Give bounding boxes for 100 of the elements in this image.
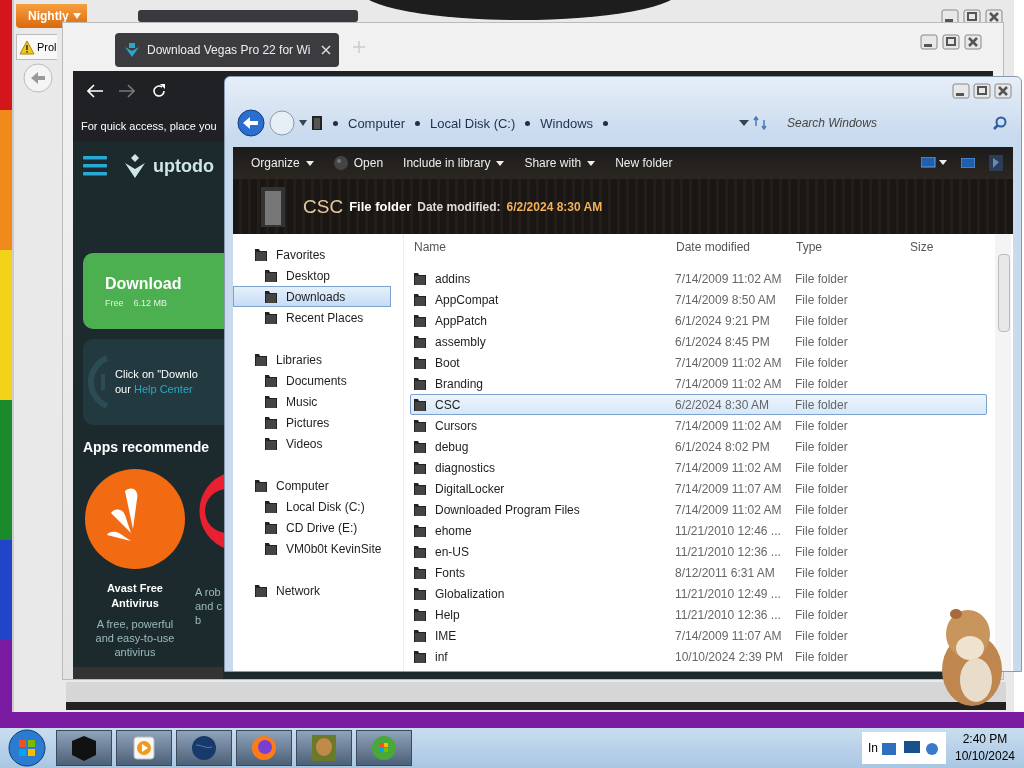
taskbar-button[interactable]	[116, 730, 172, 766]
nav-item[interactable]: VM0b0t KevinSite	[233, 538, 403, 559]
folder-icon	[413, 627, 427, 644]
file-name[interactable]: Downloaded Program Files	[435, 502, 580, 517]
nav-item[interactable]: Libraries	[233, 349, 403, 370]
nav-item[interactable]: Pictures	[233, 412, 403, 433]
menu-icon[interactable]	[83, 155, 107, 177]
breadcrumb-item[interactable]: Local Disk (C:)	[430, 115, 516, 131]
folder-icon	[264, 372, 278, 389]
date-cell-text: 7/14/2009 8:50 AM	[675, 292, 777, 307]
file-name[interactable]: Branding	[435, 376, 484, 391]
view-icon[interactable]	[921, 157, 947, 169]
toolbar-button[interactable]: Include in library	[395, 152, 513, 174]
file-name[interactable]: debug	[435, 439, 469, 454]
nav-item[interactable]: CD Drive (E:)	[233, 517, 403, 538]
file-name[interactable]: ehome	[435, 523, 472, 538]
column-header[interactable]: Size	[908, 240, 1013, 254]
file-name[interactable]: Help	[435, 607, 460, 622]
logo-icon	[123, 154, 147, 178]
maximize-icon[interactable]	[972, 82, 992, 100]
column-header[interactable]: Name	[412, 240, 674, 254]
scroll-thumb[interactable]	[998, 254, 1010, 332]
type-cell-text: File folder	[795, 418, 849, 433]
column-header[interactable]: Date modified	[674, 240, 794, 254]
date-cell-text: 11/21/2010 12:36 ...	[675, 607, 782, 622]
nav-item[interactable]: Videos	[233, 433, 403, 454]
file-name[interactable]: AppPatch	[435, 313, 488, 328]
taskbar-button[interactable]	[356, 730, 412, 766]
minimize-icon[interactable]	[919, 33, 939, 51]
file-name[interactable]: CSC	[435, 397, 461, 412]
caret-icon[interactable]	[299, 120, 307, 126]
date-cell-text: 10/10/2024 2:39 PM	[675, 649, 785, 664]
maximize-icon[interactable]	[941, 33, 961, 51]
date-cell-text: 6/1/2024 8:45 PM	[675, 334, 771, 349]
date-cell-text: 7/14/2009 11:02 AM	[675, 502, 783, 517]
dropdown-icon[interactable]	[739, 120, 749, 126]
folder-type: File folder	[349, 199, 412, 214]
folder-icon	[264, 435, 278, 452]
file-name[interactable]: IME	[435, 628, 457, 643]
type-cell-text: File folder	[795, 439, 849, 454]
file-name[interactable]: inf	[435, 649, 448, 664]
back-icon[interactable]	[237, 109, 265, 137]
folder-icon	[413, 417, 427, 434]
folder-icon	[413, 606, 427, 623]
nav-item[interactable]: Music	[233, 391, 403, 412]
nav-item[interactable]: Documents	[233, 370, 403, 391]
minimize-icon[interactable]	[951, 82, 971, 100]
browser-tab[interactable]: Download Vegas Pro 22 for Wi	[115, 33, 339, 67]
file-name[interactable]: Globalization	[435, 586, 505, 601]
file-name[interactable]: Cursors	[435, 418, 477, 433]
folder-icon	[413, 396, 427, 413]
file-name[interactable]: addins	[435, 271, 471, 286]
folder-icon	[311, 115, 323, 131]
nav-item[interactable]: Desktop	[233, 265, 403, 286]
forward-icon[interactable]	[119, 84, 135, 98]
folder-icon	[254, 582, 268, 599]
nav-item[interactable]: Recent Places	[233, 307, 403, 328]
file-name[interactable]: diagnostics	[435, 460, 496, 475]
close-icon[interactable]	[963, 33, 983, 51]
nav-item[interactable]: Downloads	[233, 286, 391, 307]
help-link[interactable]: Help Center	[133, 383, 193, 395]
taskbar-button[interactable]	[236, 730, 292, 766]
toolbar-button[interactable]: Open	[325, 152, 392, 174]
column-header[interactable]: Type	[794, 240, 908, 254]
file-name[interactable]: Boot	[435, 355, 460, 370]
reload-icon[interactable]	[151, 83, 167, 99]
close-icon[interactable]	[993, 82, 1013, 100]
taskbar-button[interactable]	[296, 730, 352, 766]
start-icon[interactable]	[8, 729, 46, 767]
type-cell-text: File folder	[795, 544, 849, 559]
breadcrumb-item[interactable]: Windows	[540, 115, 594, 131]
file-name[interactable]: AppCompat	[435, 292, 499, 307]
file-name[interactable]: Fonts	[435, 565, 465, 580]
taskbar-button[interactable]	[176, 730, 232, 766]
nav-item[interactable]: Local Disk (C:)	[233, 496, 403, 517]
toolbar-button[interactable]: New folder	[607, 152, 681, 174]
file-name[interactable]: DigitalLocker	[435, 481, 505, 496]
refresh-icon[interactable]	[753, 116, 769, 130]
folder-icon	[264, 393, 278, 410]
date-label: Date modified:	[417, 199, 501, 214]
file-name[interactable]: en-US	[435, 544, 469, 559]
date-cell-text: 7/14/2009 11:02 AM	[675, 355, 783, 370]
taskbar-button[interactable]	[56, 730, 112, 766]
nav-item[interactable]: Computer	[233, 475, 403, 496]
nav-item[interactable]: Network	[233, 580, 403, 601]
file-row[interactable]: CSC 6/2/2024 8:30 AM File folder	[410, 394, 987, 415]
section-title: Apps recommende	[83, 439, 211, 455]
folder-icon	[413, 354, 427, 371]
type-cell-text: File folder	[795, 376, 849, 391]
file-name[interactable]: assembly	[435, 334, 486, 349]
date-cell-text: 7/14/2009 11:07 AM	[675, 481, 783, 496]
folder-icon	[413, 270, 427, 287]
search-field[interactable]: Search Windows	[785, 115, 979, 131]
nav-item[interactable]: Favorites	[233, 244, 403, 265]
toolbar-button[interactable]: Organize	[243, 152, 322, 174]
breadcrumb-item[interactable]: Computer	[348, 115, 406, 131]
folder-icon	[264, 519, 278, 536]
browser-tab[interactable]: Prol	[16, 34, 57, 60]
folder-icon	[413, 438, 427, 455]
toolbar-button[interactable]: Share with	[516, 152, 604, 174]
